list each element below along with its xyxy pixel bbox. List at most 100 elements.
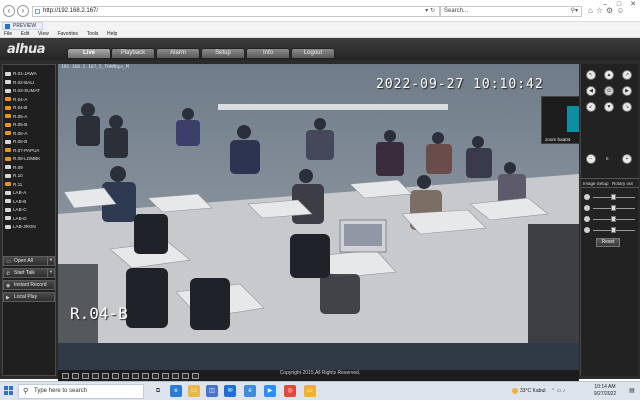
ptz-down-left-icon[interactable]: ↙ <box>586 102 596 112</box>
channel-item[interactable]: R.05-B <box>5 121 55 130</box>
chrome-icon[interactable]: ◎ <box>284 385 296 397</box>
contrast-slider[interactable] <box>584 205 638 213</box>
nav-alarm[interactable]: Alarm <box>156 48 200 59</box>
slider-knob[interactable] <box>611 216 616 222</box>
channel-item[interactable]: LAB-D <box>5 215 55 224</box>
ptz-left-icon[interactable]: ◀ <box>586 86 596 96</box>
browser-search-input[interactable]: Search... ⚲▾ <box>440 6 582 17</box>
channel-item[interactable]: R.08-LOMBK <box>5 155 55 164</box>
camera-icon <box>5 156 11 161</box>
dahua-logo: alhua <box>7 42 46 57</box>
channel-item[interactable]: R.10 <box>5 172 55 181</box>
reset-button[interactable]: Reset <box>596 238 620 247</box>
channel-item[interactable]: LAB-C <box>5 206 55 215</box>
channel-item[interactable]: R.03-SUMAT <box>5 87 55 96</box>
channel-item[interactable]: R.04-A <box>5 96 55 105</box>
ptz-right-icon[interactable]: ▶ <box>622 86 632 96</box>
slider-knob[interactable] <box>611 194 616 200</box>
channel-item[interactable]: R.05-A <box>5 113 55 122</box>
tray-icons[interactable]: ⌃ ▭ ♪ <box>551 388 565 394</box>
zoom-participant-tile[interactable]: Z zoom baa04 <box>541 96 579 144</box>
ptz-up-right-icon[interactable]: ↗ <box>622 70 632 80</box>
menu-favorites[interactable]: Favorites <box>57 30 78 38</box>
nav-info[interactable]: Info <box>246 48 290 59</box>
clock-date: 9/27/2022 <box>593 391 617 397</box>
close-icon[interactable]: ✕ <box>626 0 640 8</box>
ptz-center-icon[interactable]: ⊙ <box>604 86 614 96</box>
taskbar-search-input[interactable]: ⚲ Type here to search <box>18 384 144 399</box>
channel-item[interactable]: LAB-B <box>5 198 55 207</box>
zoom-in-icon[interactable]: + <box>622 154 632 164</box>
search-icon[interactable]: ⚲▾ <box>571 7 578 16</box>
nav-setup[interactable]: Setup <box>201 48 245 59</box>
channel-item[interactable]: R.11 <box>5 181 55 190</box>
camera-icon <box>5 139 11 144</box>
internet-explorer-icon[interactable]: e <box>244 385 256 397</box>
camera-icon <box>5 216 11 221</box>
store-icon[interactable]: ◫ <box>206 385 218 397</box>
back-icon[interactable]: ‹ <box>3 5 15 17</box>
local-play-button[interactable]: ▶ Local Play <box>3 292 55 302</box>
url-input[interactable]: http://192.168.2.167/ ▾ ↻ <box>32 6 440 17</box>
nav-live[interactable]: Live <box>67 48 111 59</box>
channel-item[interactable]: LAB-JRGN <box>5 223 55 232</box>
ptz-up-left-icon[interactable]: ↖ <box>586 70 596 80</box>
hue-slider[interactable] <box>584 227 638 235</box>
open-all-button[interactable]: ▭ Open All ▼ <box>3 256 55 266</box>
file-explorer-icon[interactable]: ▭ <box>188 385 200 397</box>
camera-icon <box>5 114 11 119</box>
forward-icon[interactable]: › <box>17 5 29 17</box>
menu-edit[interactable]: Edit <box>21 30 30 38</box>
channel-item[interactable]: R.04-B <box>5 104 55 113</box>
tab-image-setup[interactable]: Image Setup <box>583 179 609 188</box>
channel-item[interactable]: R.02-BALI <box>5 79 55 88</box>
task-view-icon[interactable]: ⧉ <box>152 385 164 397</box>
channel-item[interactable]: LAB-A <box>5 189 55 198</box>
windows-start-icon[interactable] <box>4 386 14 396</box>
notification-icon[interactable]: ▤ <box>626 385 638 397</box>
folder-icon[interactable]: ▭ <box>304 385 316 397</box>
browser-tab[interactable]: PREVIEW <box>2 22 44 30</box>
tab-rotary-out[interactable]: Rotary out <box>612 179 633 188</box>
zoom-out-icon[interactable]: − <box>586 154 596 164</box>
system-clock[interactable]: 10:14 AM 9/27/2022 <box>586 384 624 398</box>
weather-widget[interactable]: 33°C Kabut ⌃ ▭ ♪ <box>512 386 565 396</box>
camera-icon <box>5 173 11 178</box>
maximize-icon[interactable]: □ <box>612 1 626 8</box>
ptz-down-right-icon[interactable]: ↘ <box>622 102 632 112</box>
camera-icon <box>5 105 11 110</box>
start-talk-button[interactable]: ✆ Start Talk ▼ <box>3 268 55 278</box>
live-video-view[interactable]: 192.168.2.167_5_THAMbps_M 2022-09-27 10:… <box>58 64 579 382</box>
channel-label: R.06-A <box>13 130 28 136</box>
slider-knob[interactable] <box>611 205 616 211</box>
instant-record-button[interactable]: ◉ Instant Record <box>3 280 55 290</box>
channel-item[interactable]: R.06-B <box>5 138 55 147</box>
refresh-icon[interactable]: ▾ ↻ <box>425 7 435 16</box>
zoom-app-icon[interactable]: ▶ <box>264 385 276 397</box>
nav-playback[interactable]: Playback <box>111 48 155 59</box>
edge-icon[interactable]: e <box>170 385 182 397</box>
menu-tools[interactable]: Tools <box>87 30 99 38</box>
mail-icon[interactable]: ✉ <box>224 385 236 397</box>
channel-label: R.04-A <box>13 96 28 102</box>
start-talk-dropdown-icon[interactable]: ▼ <box>47 268 54 277</box>
minimize-icon[interactable]: – <box>598 1 612 8</box>
menu-file[interactable]: File <box>4 30 12 38</box>
nav-logout[interactable]: Logout <box>291 48 335 59</box>
menu-view[interactable]: View <box>38 30 49 38</box>
ptz-up-icon[interactable]: ▲ <box>604 70 614 80</box>
start-talk-label: Start Talk <box>14 270 35 276</box>
saturation-slider[interactable] <box>584 216 638 224</box>
ptz-down-icon[interactable]: ▼ <box>604 102 614 112</box>
channel-item[interactable]: R.01-JAWA <box>5 70 55 79</box>
menu-help[interactable]: Help <box>107 30 117 38</box>
brightness-slider[interactable] <box>584 194 638 202</box>
slider-knob[interactable] <box>611 227 616 233</box>
channel-item[interactable]: R.07-PAPUA <box>5 147 55 156</box>
channel-item[interactable]: R.06-A <box>5 130 55 139</box>
open-all-dropdown-icon[interactable]: ▼ <box>47 256 54 265</box>
home-icon[interactable]: ⌂ <box>588 6 596 15</box>
page-icon <box>35 9 40 14</box>
channel-item[interactable]: R.09 <box>5 164 55 173</box>
open-all-label: Open All <box>14 258 33 264</box>
